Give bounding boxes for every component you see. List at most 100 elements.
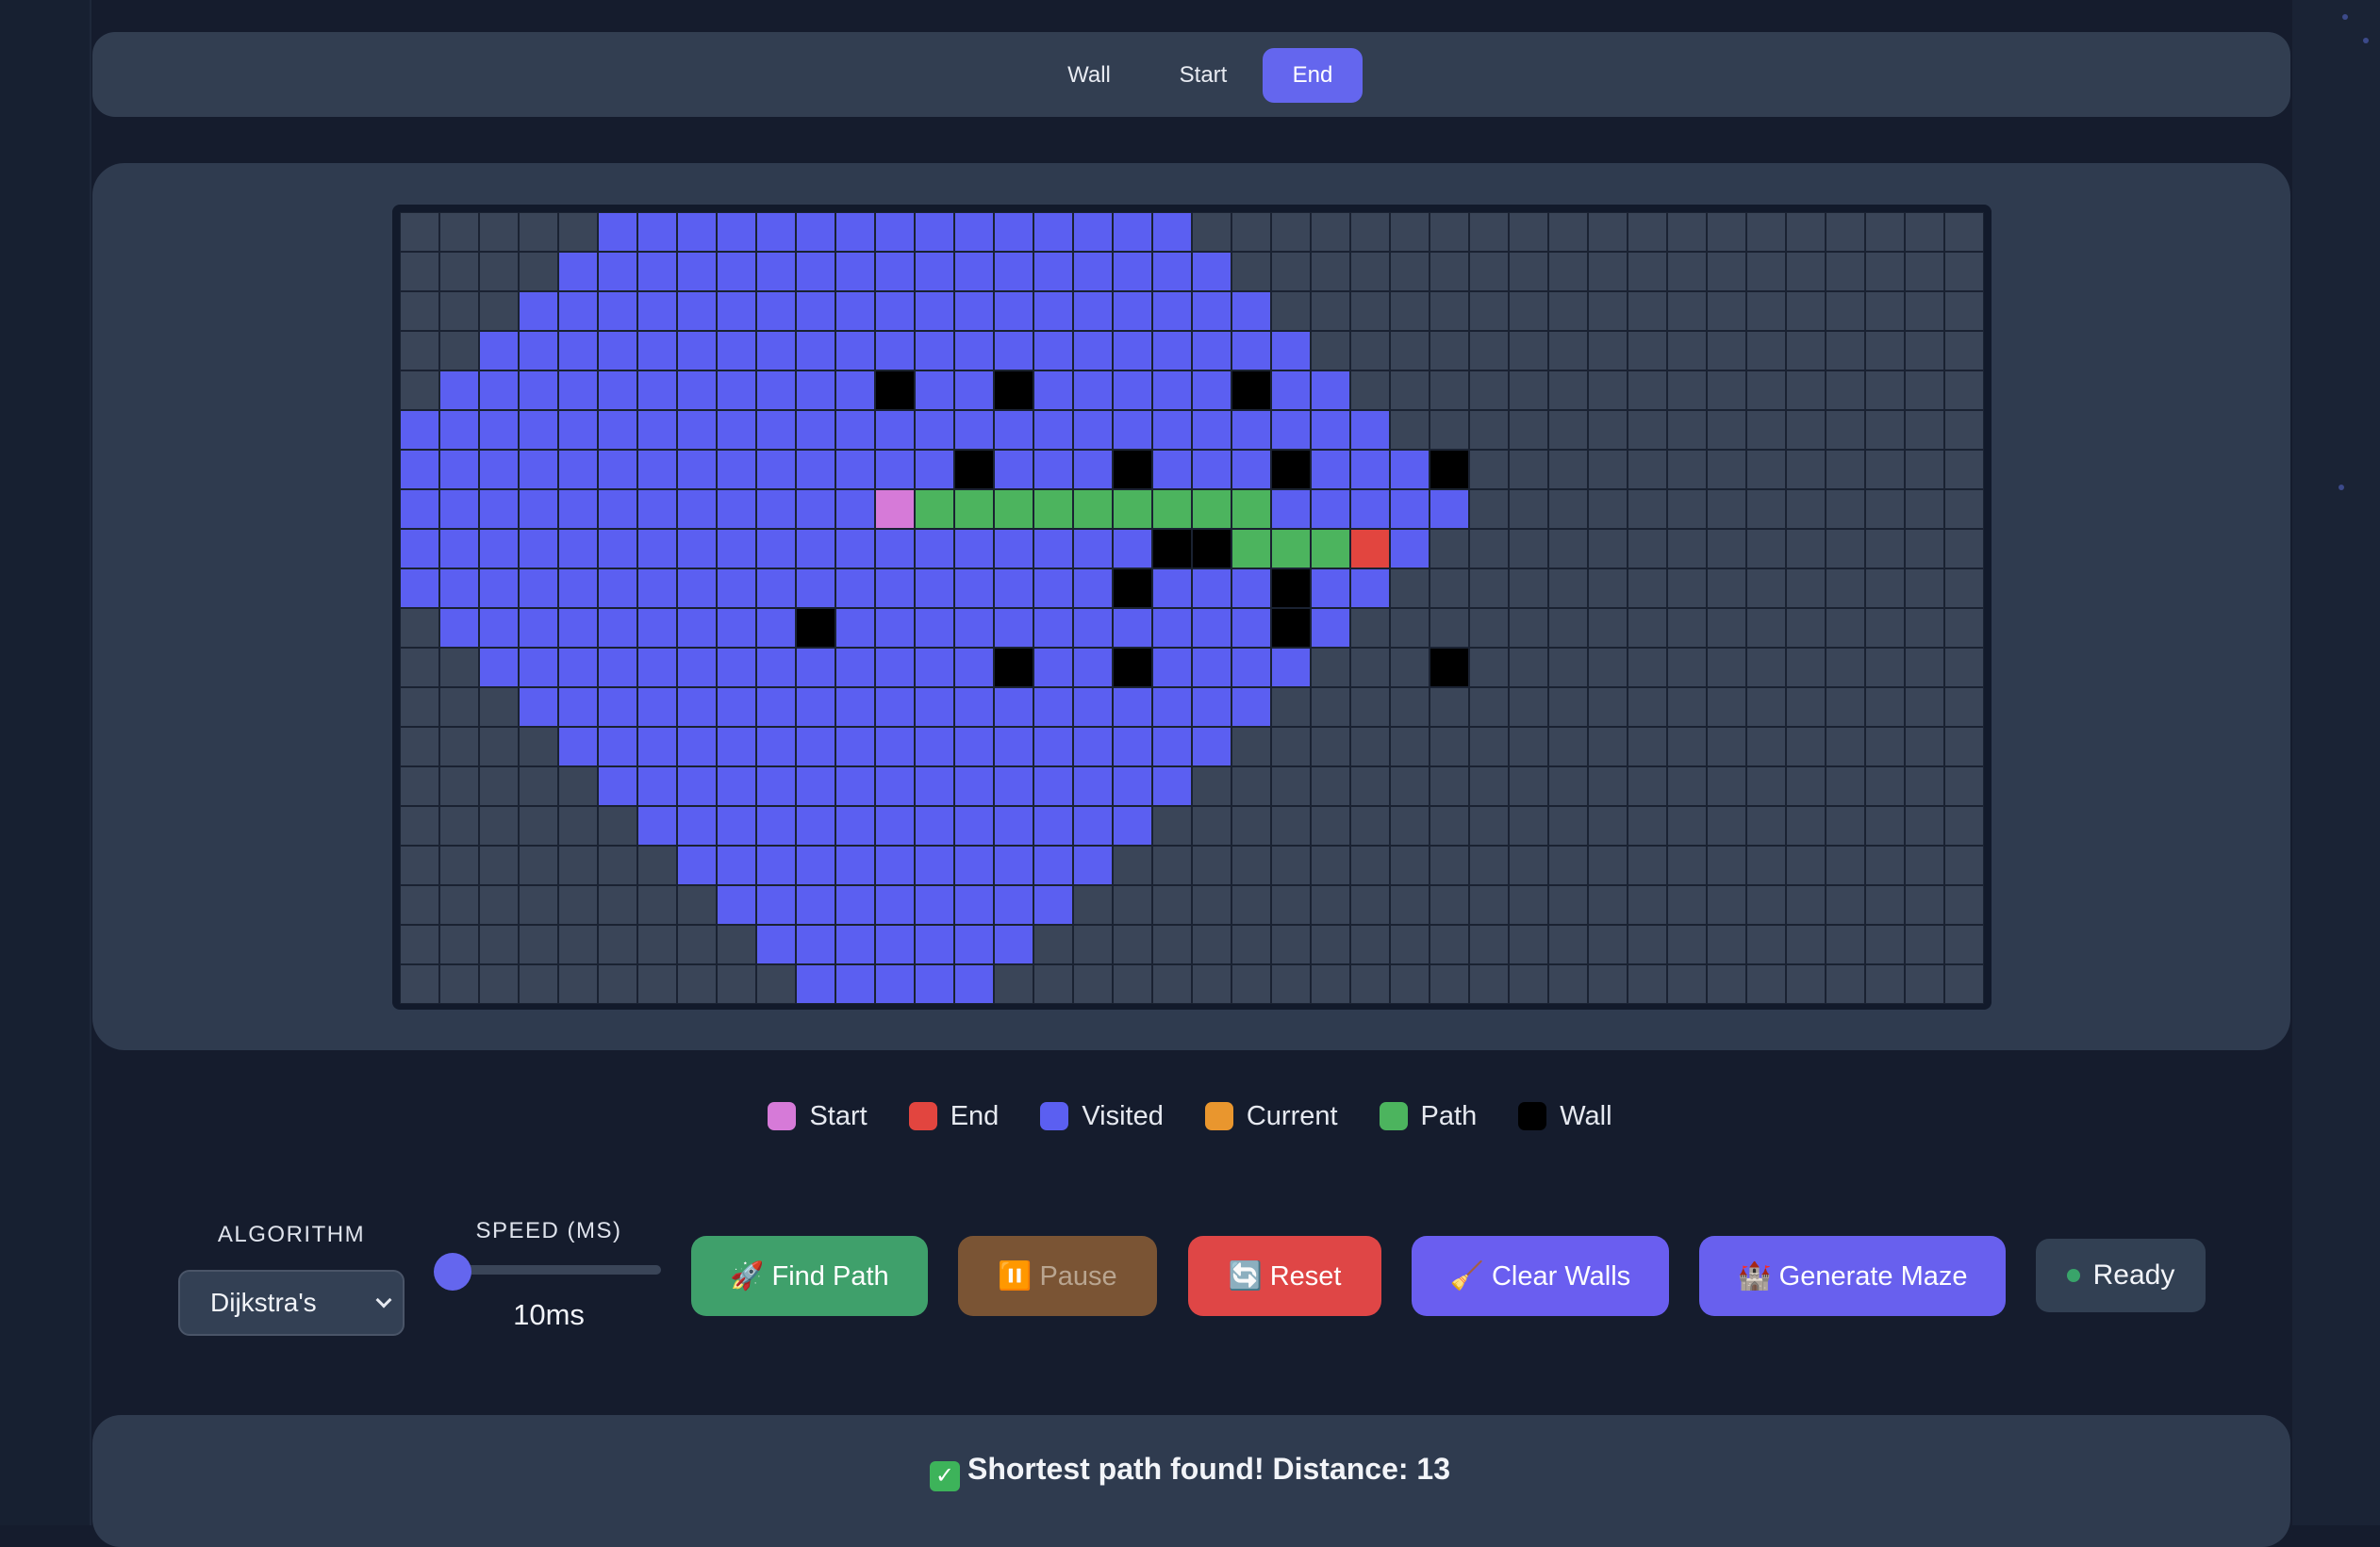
grid-cell[interactable] <box>1311 331 1350 370</box>
grid-cell[interactable] <box>1944 291 1984 331</box>
grid-cell[interactable] <box>1865 846 1905 885</box>
grid-cell[interactable] <box>1588 291 1628 331</box>
grid-cell[interactable] <box>1786 608 1826 648</box>
grid-cell-visited[interactable] <box>875 252 915 291</box>
grid-cell[interactable] <box>1746 964 1786 1004</box>
grid-cell[interactable] <box>637 846 677 885</box>
grid-cell[interactable] <box>1311 766 1350 806</box>
grid-cell[interactable] <box>1430 727 1469 766</box>
grid-cell-visited[interactable] <box>637 766 677 806</box>
grid-cell-visited[interactable] <box>1033 608 1073 648</box>
grid-cell-visited[interactable] <box>479 331 519 370</box>
grid-cell-visited[interactable] <box>1350 568 1390 608</box>
grid-cell-visited[interactable] <box>875 964 915 1004</box>
grid-cell[interactable] <box>1746 291 1786 331</box>
grid-cell[interactable] <box>1944 806 1984 846</box>
grid-cell[interactable] <box>1628 964 1667 1004</box>
grid-cell[interactable] <box>1667 846 1707 885</box>
grid-cell-visited[interactable] <box>1152 370 1192 410</box>
grid-cell-visited[interactable] <box>954 885 994 925</box>
pause-button[interactable]: ⏸️ Pause <box>958 1236 1157 1316</box>
algorithm-select[interactable]: Dijkstra's <box>178 1270 405 1336</box>
grid-cell[interactable] <box>519 925 558 964</box>
grid-cell-visited[interactable] <box>875 846 915 885</box>
grid-cell-visited[interactable] <box>479 410 519 450</box>
grid-cell-visited[interactable] <box>954 370 994 410</box>
grid-cell-visited[interactable] <box>954 608 994 648</box>
grid-cell-path[interactable] <box>1231 489 1271 529</box>
grid-cell-visited[interactable] <box>479 568 519 608</box>
grid-cell[interactable] <box>479 291 519 331</box>
grid-cell[interactable] <box>1548 766 1588 806</box>
grid-cell[interactable] <box>1628 410 1667 450</box>
grid-cell[interactable] <box>1588 212 1628 252</box>
grid-cell-visited[interactable] <box>479 370 519 410</box>
grid-cell[interactable] <box>1944 964 1984 1004</box>
grid-cell[interactable] <box>1944 370 1984 410</box>
grid-cell-visited[interactable] <box>479 529 519 568</box>
grid-cell[interactable] <box>1390 331 1430 370</box>
grid-cell[interactable] <box>1628 489 1667 529</box>
grid-cell[interactable] <box>1707 291 1746 331</box>
grid-cell[interactable] <box>1271 252 1311 291</box>
grid-cell[interactable] <box>1707 806 1746 846</box>
grid-cell[interactable] <box>1865 766 1905 806</box>
grid-cell-visited[interactable] <box>1113 291 1152 331</box>
grid-cell-end[interactable] <box>1350 529 1390 568</box>
grid-cell[interactable] <box>1905 846 1944 885</box>
grid-cell-visited[interactable] <box>558 608 598 648</box>
grid-cell[interactable] <box>1509 687 1548 727</box>
grid-cell[interactable] <box>1469 648 1509 687</box>
grid-cell[interactable] <box>1271 727 1311 766</box>
grid-cell[interactable] <box>439 885 479 925</box>
grid-cell-visited[interactable] <box>1033 212 1073 252</box>
grid-cell[interactable] <box>1628 846 1667 885</box>
mode-wall-button[interactable]: Wall <box>1039 48 1139 103</box>
grid-cell-visited[interactable] <box>954 727 994 766</box>
grid-cell-visited[interactable] <box>994 212 1033 252</box>
grid-cell[interactable] <box>1271 806 1311 846</box>
grid-cell[interactable] <box>1271 885 1311 925</box>
grid-cell[interactable] <box>1509 252 1548 291</box>
grid-cell-visited[interactable] <box>717 568 756 608</box>
grid-cell[interactable] <box>1390 687 1430 727</box>
grid-cell[interactable] <box>1905 687 1944 727</box>
grid-cell-visited[interactable] <box>1033 806 1073 846</box>
grid-cell[interactable] <box>1944 212 1984 252</box>
grid-cell-visited[interactable] <box>1231 410 1271 450</box>
grid-cell-wall[interactable] <box>1192 529 1231 568</box>
grid-cell[interactable] <box>400 370 439 410</box>
grid-cell-visited[interactable] <box>756 687 796 727</box>
grid-cell-visited[interactable] <box>677 687 717 727</box>
grid-cell-visited[interactable] <box>1073 252 1113 291</box>
grid-cell-path[interactable] <box>1113 489 1152 529</box>
grid-cell-visited[interactable] <box>439 608 479 648</box>
grid-cell-visited[interactable] <box>954 766 994 806</box>
grid-cell[interactable] <box>1667 806 1707 846</box>
grid-cell[interactable] <box>1707 964 1746 1004</box>
grid-cell-visited[interactable] <box>519 370 558 410</box>
grid-cell[interactable] <box>1509 806 1548 846</box>
grid-cell-visited[interactable] <box>835 370 875 410</box>
grid-cell-visited[interactable] <box>835 846 875 885</box>
grid-cell-visited[interactable] <box>1152 766 1192 806</box>
grid-cell[interactable] <box>1113 846 1152 885</box>
grid-cell-wall[interactable] <box>875 370 915 410</box>
grid-cell[interactable] <box>677 885 717 925</box>
grid-cell-visited[interactable] <box>835 687 875 727</box>
grid-cell[interactable] <box>1707 568 1746 608</box>
grid-cell[interactable] <box>1390 766 1430 806</box>
grid-cell[interactable] <box>519 252 558 291</box>
grid-cell-path[interactable] <box>915 489 954 529</box>
grid-cell[interactable] <box>1350 885 1390 925</box>
grid-cell-visited[interactable] <box>994 885 1033 925</box>
grid-cell-visited[interactable] <box>1033 568 1073 608</box>
grid-cell-visited[interactable] <box>677 331 717 370</box>
grid-cell[interactable] <box>1469 766 1509 806</box>
grid-cell[interactable] <box>1707 727 1746 766</box>
grid-cell-visited[interactable] <box>835 331 875 370</box>
grid-cell-visited[interactable] <box>875 925 915 964</box>
grid-cell[interactable] <box>1667 687 1707 727</box>
grid-cell-visited[interactable] <box>835 727 875 766</box>
grid-cell[interactable] <box>1271 766 1311 806</box>
